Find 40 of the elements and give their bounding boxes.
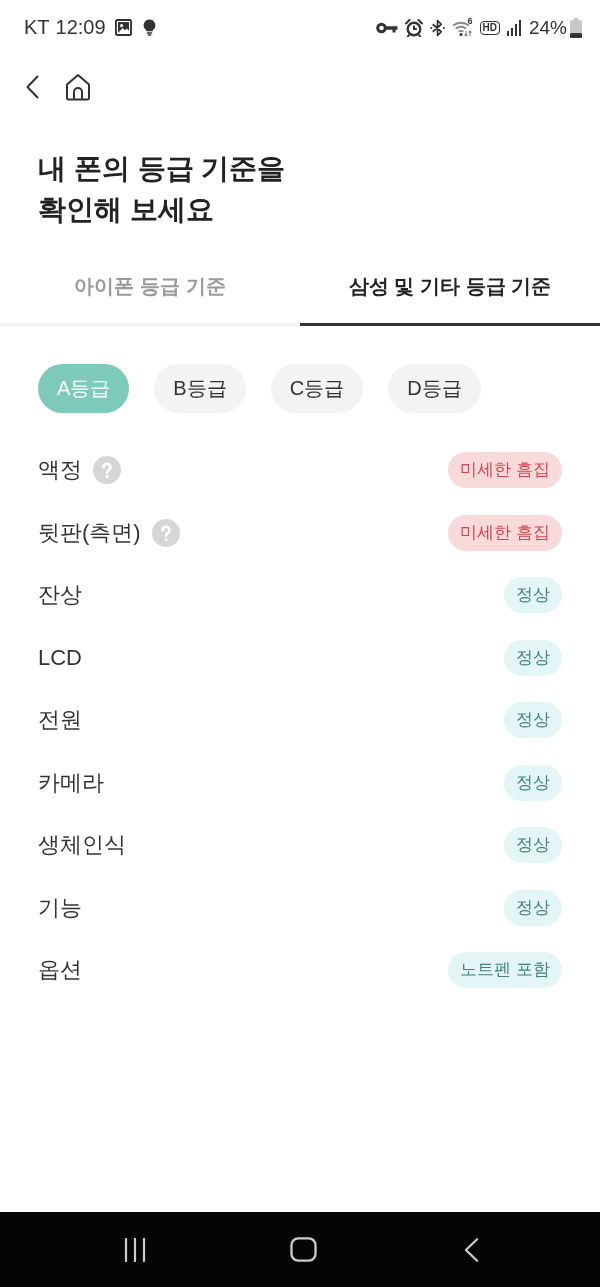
recent-apps-icon <box>124 1237 146 1262</box>
carrier-name: KT <box>24 16 50 39</box>
criterion-label: LCD <box>38 644 82 671</box>
criterion-label: 생체인식 <box>38 831 126 860</box>
clock-time: 12:09 <box>55 16 106 39</box>
home-icon <box>64 72 92 101</box>
signal-strength-icon <box>506 19 521 36</box>
condition-tag: 미세한 흠집 <box>448 452 562 489</box>
battery-percentage: 24% <box>528 16 567 39</box>
condition-tag: 노트펜 포함 <box>448 952 562 989</box>
condition-tag: 정상 <box>504 639 562 676</box>
criterion-label: 뒷판(측면) <box>38 518 141 547</box>
chevron-left-icon <box>25 74 39 99</box>
hd-voice-indicator: HD <box>479 20 500 35</box>
key-icon <box>375 21 398 34</box>
chevron-left-icon <box>463 1236 479 1263</box>
grade-chip[interactable]: C등급 <box>270 364 364 413</box>
lightbulb-icon <box>142 19 156 36</box>
condition-tag: 정상 <box>504 577 562 614</box>
grade-chip[interactable]: B등급 <box>154 364 246 413</box>
grade-chip[interactable]: D등급 <box>388 364 481 413</box>
criterion-label: 액정 <box>38 456 82 485</box>
condition-tag: 정상 <box>504 764 562 801</box>
criterion-label: 옵션 <box>38 956 82 985</box>
wifi-standard-label: 6 <box>467 16 473 26</box>
condition-tag: 정상 <box>504 827 562 864</box>
image-icon <box>114 19 132 36</box>
tab[interactable]: 삼성 및 기타 등급 기준 <box>300 260 600 326</box>
condition-tag: 정상 <box>504 889 562 926</box>
battery-icon <box>570 17 582 38</box>
rounded-square-icon <box>289 1237 317 1262</box>
criterion-label: 잔상 <box>38 581 82 610</box>
page-heading: 내 폰의 등급 기준을 확인해 보세요 <box>38 152 286 227</box>
condition-tag: 미세한 흠집 <box>448 514 562 551</box>
criterion-label: 기능 <box>38 893 82 922</box>
alarm-clock-icon <box>404 18 423 37</box>
condition-tag: 정상 <box>504 702 562 739</box>
bluetooth-icon <box>429 18 445 37</box>
criterion-label: 카메라 <box>38 768 104 797</box>
criterion-label: 전원 <box>38 706 82 735</box>
